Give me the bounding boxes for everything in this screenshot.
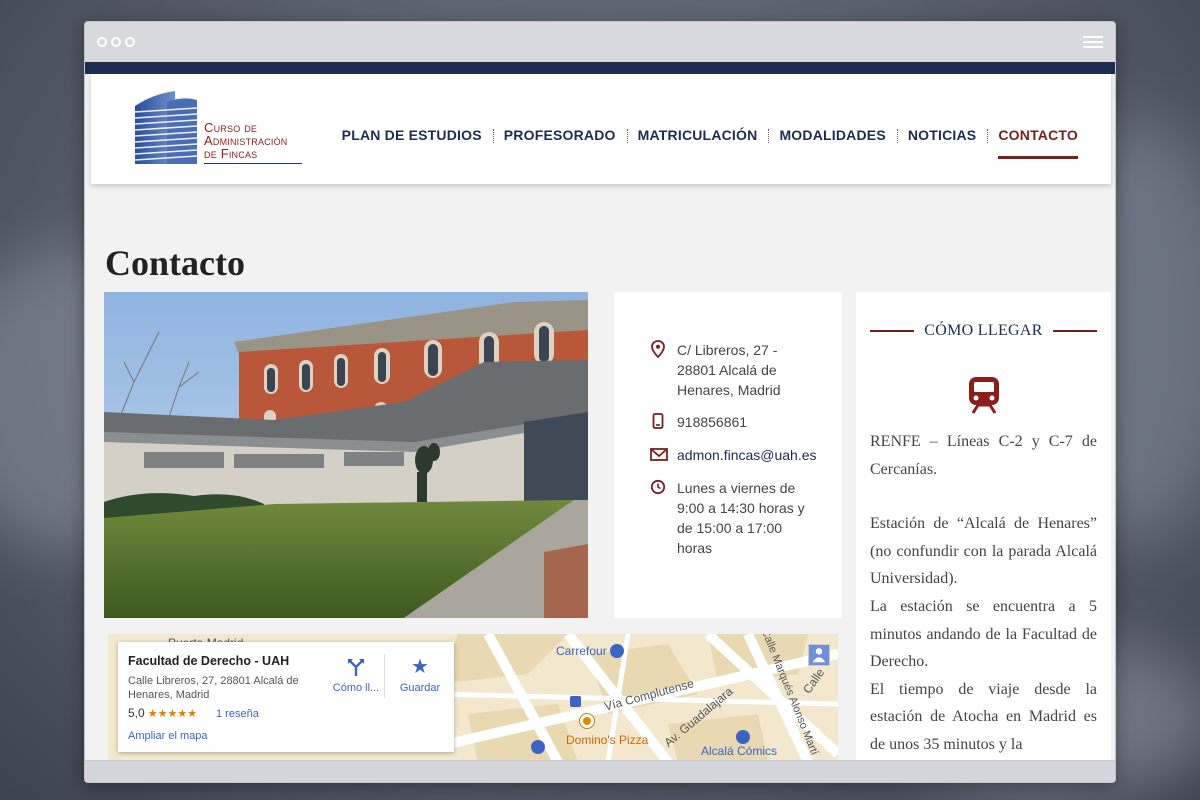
page-title: Contacto — [105, 243, 245, 283]
logo-text: Curso de Administración de Fincas — [204, 121, 287, 160]
site-header: Curso de Administración de Fincas PLAN D… — [91, 74, 1111, 184]
logo-line-3: de Fincas — [204, 146, 258, 161]
site-logo[interactable]: Curso de Administración de Fincas — [131, 88, 302, 168]
sidebar-text: RENFE – Líneas C-2 y C-7 de Cercanías. E… — [870, 428, 1097, 759]
window-minimize-icon[interactable] — [111, 37, 121, 47]
logo-building-icon — [134, 91, 198, 164]
contact-phone[interactable]: 918856861 — [677, 412, 747, 432]
window-maximize-icon[interactable] — [125, 37, 135, 47]
place-info-card: Facultad de Derecho - UAH Calle Libreros… — [118, 642, 454, 752]
restaurant-pin-icon[interactable] — [580, 714, 594, 728]
station-paragraph: Estación de “Alcalá de Henares” (no conf… — [870, 515, 1097, 588]
directions-button[interactable]: Cómo ll... — [326, 656, 386, 694]
walk-paragraph: La estación se encuentra a 5 minutos and… — [870, 597, 1097, 671]
phone-icon — [652, 413, 664, 429]
window-close-icon[interactable] — [97, 37, 107, 47]
top-strip — [85, 62, 1115, 74]
atm-icon[interactable] — [531, 740, 545, 754]
clock-icon — [650, 479, 666, 495]
sidebar-title: CÓMO LLEGAR — [924, 322, 1043, 339]
window-controls — [97, 37, 135, 47]
nav-contacto[interactable]: CONTACTO — [987, 127, 1089, 159]
contact-hours-row: Lunes a viernes de 9:00 a 14:30 horas y … — [650, 478, 805, 558]
nav-modalidades[interactable]: MODALIDADES — [768, 127, 896, 143]
save-label: Guardar — [399, 682, 441, 694]
como-llegar-sidebar: CÓMO LLEGAR RENFE – Líneas C-2 y C-7 de … — [856, 292, 1111, 761]
contact-address-row: C/ Libreros, 27 - 28801 Alcalá de Henare… — [650, 340, 807, 400]
directions-label: Cómo ll... — [332, 682, 380, 694]
logo-underline — [204, 163, 302, 164]
street-view-button[interactable] — [808, 644, 830, 666]
star-icon: ★ — [411, 656, 429, 678]
contact-hours: Lunes a viernes de 9:00 a 14:30 horas y … — [677, 480, 805, 556]
map-label-dominos[interactable]: Domino's Pizza — [566, 733, 648, 747]
title-rule-left — [870, 330, 915, 332]
travel-time-paragraph: El tiempo de viaje desde la estación de … — [870, 680, 1097, 753]
title-rule-right — [1052, 330, 1098, 332]
contact-email-link[interactable]: admon.fincas@uah.es — [677, 445, 817, 465]
page-viewport: Curso de Administración de Fincas PLAN D… — [85, 62, 1115, 761]
browser-toolbar — [85, 22, 1115, 62]
location-pin-icon — [651, 340, 665, 358]
map-label-carrefour[interactable]: Carrefour — [556, 644, 607, 658]
train-icon — [969, 377, 999, 414]
nav-profesorado[interactable]: PROFESORADO — [492, 127, 627, 143]
nav-matriculacion[interactable]: MATRICULACIÓN — [626, 127, 769, 143]
expand-map-link[interactable]: Ampliar el mapa — [128, 730, 207, 742]
contact-phone-row: 918856861 — [650, 412, 747, 432]
browser-window: Curso de Administración de Fincas PLAN D… — [84, 21, 1116, 783]
envelope-icon — [650, 448, 668, 461]
card-divider — [384, 654, 385, 698]
star-rating-icon: ★★★★★ — [147, 708, 198, 720]
main-nav: PLAN DE ESTUDIOS PROFESORADO MATRICULACI… — [331, 127, 1089, 159]
map-label-alcala-comics[interactable]: Alcalá Cómics — [701, 744, 777, 758]
shopping-cart-icon[interactable] — [610, 644, 624, 658]
contact-email-row: admon.fincas@uah.es — [650, 445, 817, 465]
browser-bottom-bar — [85, 760, 1115, 782]
shop-pin-icon[interactable] — [736, 730, 750, 744]
nav-noticias[interactable]: NOTICIAS — [896, 127, 988, 143]
place-address: Calle Libreros, 27, 28801 Alcalá de Hena… — [128, 675, 299, 701]
reviews-link[interactable]: 1 reseña — [216, 708, 259, 720]
nav-plan-de-estudios[interactable]: PLAN DE ESTUDIOS — [331, 127, 493, 143]
rating-value: 5,0 — [128, 706, 145, 720]
renfe-paragraph: RENFE – Líneas C-2 y C-7 de Cercanías. — [870, 433, 1097, 478]
sidebar-title-row: CÓMO LLEGAR — [870, 322, 1098, 340]
bus-stop-icon[interactable] — [570, 696, 581, 707]
faculty-building-photo — [104, 292, 588, 618]
person-icon — [809, 645, 829, 665]
contact-address: C/ Libreros, 27 - 28801 Alcalá de Henare… — [677, 342, 781, 398]
place-rating: 5,0 ★★★★★ — [128, 706, 197, 720]
place-title: Facultad de Derecho - UAH — [128, 654, 290, 668]
google-map-embed[interactable]: Puerta Madrid Carrefour Vía Complutense … — [108, 634, 838, 761]
contact-card: C/ Libreros, 27 - 28801 Alcalá de Henare… — [614, 292, 842, 618]
save-place-button[interactable]: ★ Guardar — [390, 656, 450, 694]
directions-icon — [348, 659, 364, 676]
hamburger-menu-icon[interactable] — [1083, 36, 1103, 50]
